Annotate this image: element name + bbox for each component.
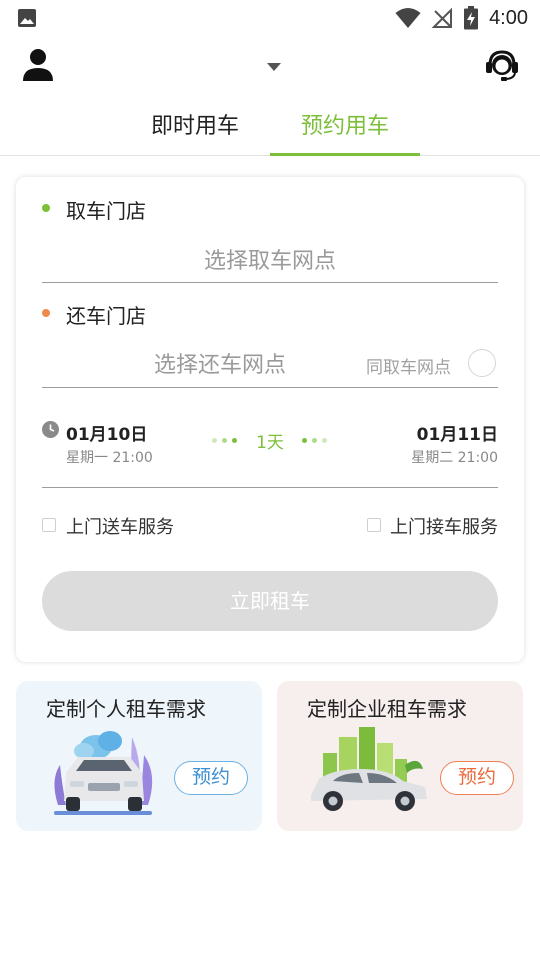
personal-reserve-button[interactable]: 预约	[174, 761, 248, 795]
return-dot	[42, 309, 50, 317]
status-time: 4:00	[489, 6, 528, 29]
personal-rental-title: 定制个人租车需求	[46, 697, 206, 721]
start-weekday-time[interactable]: 星期一 21:00	[66, 447, 153, 467]
delivery-service-checkbox[interactable]	[42, 518, 56, 532]
wifi-icon	[395, 8, 421, 28]
tab-bar: 即时用车 预约用车	[0, 98, 540, 156]
app-header	[0, 36, 540, 98]
no-signal-icon	[431, 7, 453, 28]
rental-duration: 1天	[212, 429, 328, 453]
pickup-dot	[42, 204, 50, 212]
pickup-store-input[interactable]	[42, 239, 498, 283]
car-with-plants-illustration	[54, 731, 153, 815]
return-store-input[interactable]	[42, 343, 412, 387]
personal-rental-card[interactable]: 定制个人租车需求 预约	[16, 681, 262, 831]
photo-icon	[18, 9, 36, 27]
pickup-service-label[interactable]: 上门接车服务	[390, 513, 498, 539]
pickup-service-checkbox[interactable]	[367, 518, 381, 532]
business-reserve-button[interactable]: 预约	[440, 761, 514, 795]
tab-reserved-rental[interactable]: 预约用车	[270, 110, 420, 156]
duration-dot	[302, 438, 307, 443]
return-store-label: 还车门店	[66, 304, 146, 328]
chevron-down-icon[interactable]	[266, 62, 282, 72]
business-rental-title: 定制企业租车需求	[307, 697, 467, 721]
booking-card: 取车门店 还车门店 同取车网点 01月10日 星期一 21:00 1天 01月1…	[16, 177, 524, 662]
car-with-buildings-illustration	[311, 727, 427, 811]
battery-charging-icon	[464, 6, 479, 30]
end-date[interactable]: 01月11日	[417, 420, 498, 445]
duration-text: 1天	[256, 433, 284, 453]
business-rental-card[interactable]: 定制企业租车需求 预约	[277, 681, 523, 831]
tab-instant-rental[interactable]: 即时用车	[120, 110, 270, 156]
date-divider	[42, 487, 498, 488]
status-bar: 4:00	[0, 0, 540, 36]
duration-dot	[322, 438, 327, 443]
rent-now-button[interactable]: 立即租车	[42, 571, 498, 631]
end-weekday-time[interactable]: 星期二 21:00	[411, 447, 498, 467]
same-store-radio[interactable]	[468, 349, 496, 377]
pickup-store-label: 取车门店	[66, 199, 146, 223]
active-tab-indicator	[270, 153, 420, 156]
duration-dot	[312, 438, 317, 443]
clock-icon	[42, 421, 59, 438]
pickup-divider	[42, 282, 498, 283]
customer-service-icon[interactable]	[484, 47, 520, 83]
delivery-service-label[interactable]: 上门送车服务	[66, 513, 174, 539]
return-divider	[42, 387, 498, 388]
user-icon[interactable]	[22, 48, 54, 82]
same-store-label: 同取车网点	[366, 358, 451, 378]
start-date[interactable]: 01月10日	[66, 420, 147, 445]
